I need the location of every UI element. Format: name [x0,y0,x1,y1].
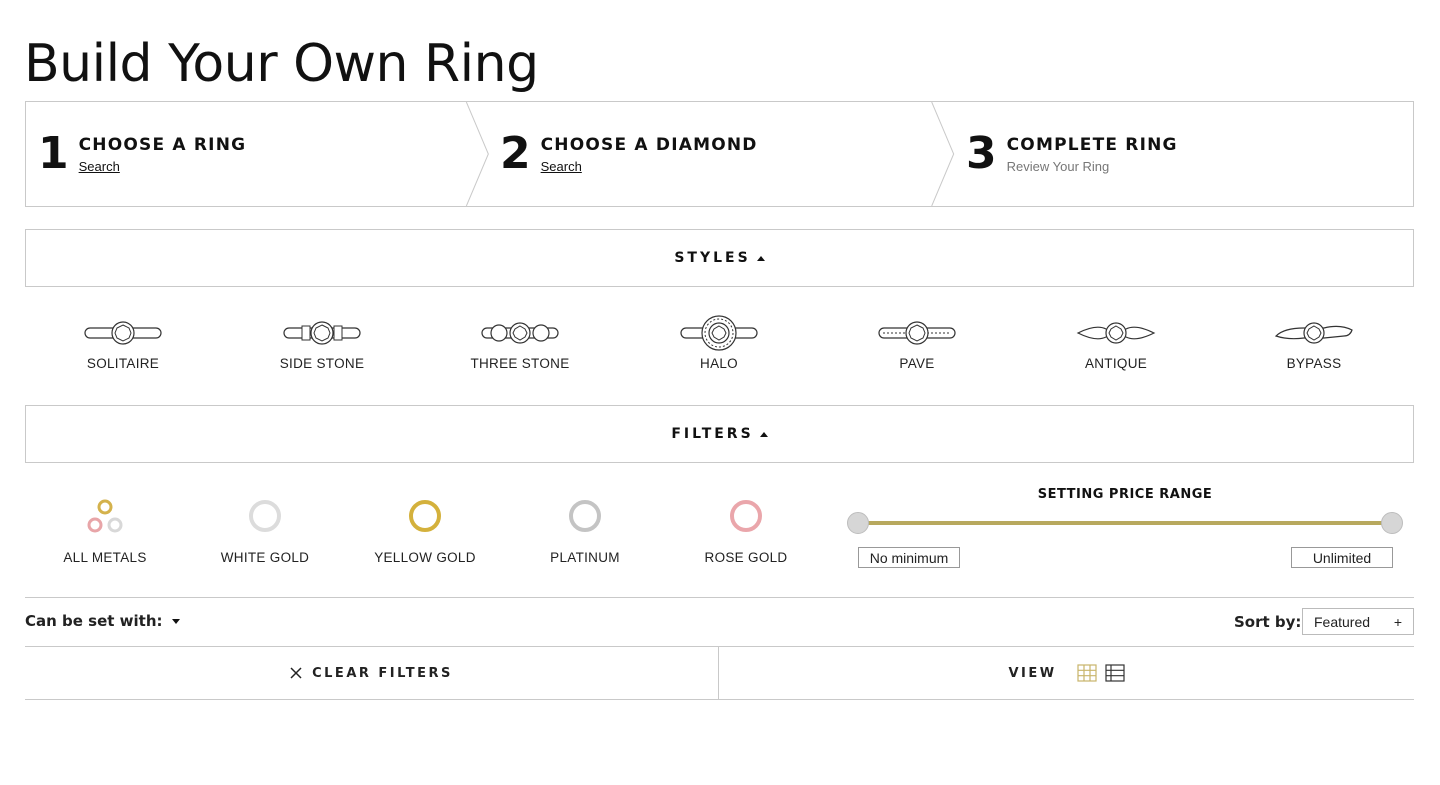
style-label: ANTIQUE [1084,356,1148,371]
style-label: PAVE [899,356,935,371]
step-complete-ring[interactable]: 3 COMPLETE RING Review Your Ring [966,102,1178,206]
side-stone-ring-icon [283,321,361,345]
price-range-track[interactable] [858,521,1392,525]
can-be-set-with-dropdown[interactable]: Can be set with: [25,612,180,630]
style-label: HALO [700,356,738,371]
metal-yellow-gold[interactable]: YELLOW GOLD [360,496,490,565]
filters-toggle-label: FILTERS [671,426,754,442]
step-search-link[interactable]: Search [79,159,247,174]
step-choose-ring[interactable]: 1 CHOOSE A RING Search [38,102,246,206]
set-with-label: Can be set with: [25,612,163,630]
price-max-input[interactable]: Unlimited [1291,547,1393,568]
style-label: SIDE STONE [279,356,365,371]
step-title: COMPLETE RING [1006,134,1178,155]
price-range-title: SETTING PRICE RANGE [1037,487,1213,502]
style-side-stone[interactable]: SIDE STONE [247,312,397,371]
price-min-input[interactable]: No minimum [858,547,960,568]
rose-gold-swatch-icon [726,496,766,536]
step-title: CHOOSE A RING [78,134,247,155]
filters-toggle[interactable]: FILTERS [25,405,1414,463]
divider [25,699,1414,700]
antique-ring-icon [1076,322,1156,344]
style-pave[interactable]: PAVE [842,312,992,371]
white-gold-swatch-icon [245,496,285,536]
metal-label: YELLOW GOLD [374,550,476,565]
step-number: 2 [500,128,531,179]
clear-filters-button[interactable]: CLEAR FILTERS [25,647,718,699]
step-title: CHOOSE A DIAMOND [540,134,758,155]
ring-styles: SOLITAIRE SIDE STONE THREE STONE HALO PA… [25,312,1414,382]
style-antique[interactable]: ANTIQUE [1041,312,1191,371]
style-bypass[interactable]: BYPASS [1239,312,1389,371]
three-stone-ring-icon [481,322,559,344]
style-label: SOLITAIRE [86,356,160,371]
sort-value: Featured [1314,613,1371,630]
metal-label: PLATINUM [550,550,620,565]
plus-icon: + [1393,613,1402,630]
metal-all-metals[interactable]: ALL METALS [40,496,170,565]
styles-toggle-label: STYLES [674,250,751,266]
bypass-ring-icon [1274,322,1353,344]
metal-label: ALL METALS [63,550,147,565]
view-toggle: VIEW [719,647,1414,699]
step-number: 3 [966,128,997,179]
page-title: Build Your Own Ring [24,34,539,94]
yellow-gold-swatch-icon [405,496,445,536]
style-label: BYPASS [1286,356,1342,371]
metal-platinum[interactable]: PLATINUM [520,496,650,565]
list-view-icon[interactable] [1104,664,1125,682]
style-label: THREE STONE [470,356,570,371]
caret-up-icon [756,255,765,261]
halo-ring-icon [680,315,758,351]
caret-down-icon [171,618,180,624]
metal-white-gold[interactable]: WHITE GOLD [200,496,330,565]
all-metals-swatch-icon [85,496,125,536]
divider [25,597,1414,598]
style-solitaire[interactable]: SOLITAIRE [48,312,198,371]
style-halo[interactable]: HALO [644,312,794,371]
caret-up-icon [759,431,768,437]
metal-label: WHITE GOLD [220,550,310,565]
view-label: VIEW [1008,665,1057,681]
clear-filters-label: CLEAR FILTERS [312,665,453,681]
metal-rose-gold[interactable]: ROSE GOLD [681,496,811,565]
price-max-handle[interactable] [1381,512,1403,534]
step-choose-diamond[interactable]: 2 CHOOSE A DIAMOND Search [500,102,758,206]
step-number: 1 [38,128,69,179]
style-three-stone[interactable]: THREE STONE [445,312,595,371]
price-min-handle[interactable] [847,512,869,534]
solitaire-ring-icon [84,321,162,345]
sort-label: Sort by: [1234,613,1302,631]
step-subtitle: Review Your Ring [1006,158,1110,174]
step-progress: 1 CHOOSE A RING Search 2 CHOOSE A DIAMON… [25,101,1414,207]
grid-view-icon[interactable] [1076,664,1097,682]
close-icon [290,667,302,679]
metal-label: ROSE GOLD [704,550,788,565]
step-search-link[interactable]: Search [541,159,758,174]
pave-ring-icon [878,321,956,345]
styles-toggle[interactable]: STYLES [25,229,1414,287]
platinum-swatch-icon [565,496,605,536]
sort-select[interactable]: Featured + [1302,608,1414,635]
